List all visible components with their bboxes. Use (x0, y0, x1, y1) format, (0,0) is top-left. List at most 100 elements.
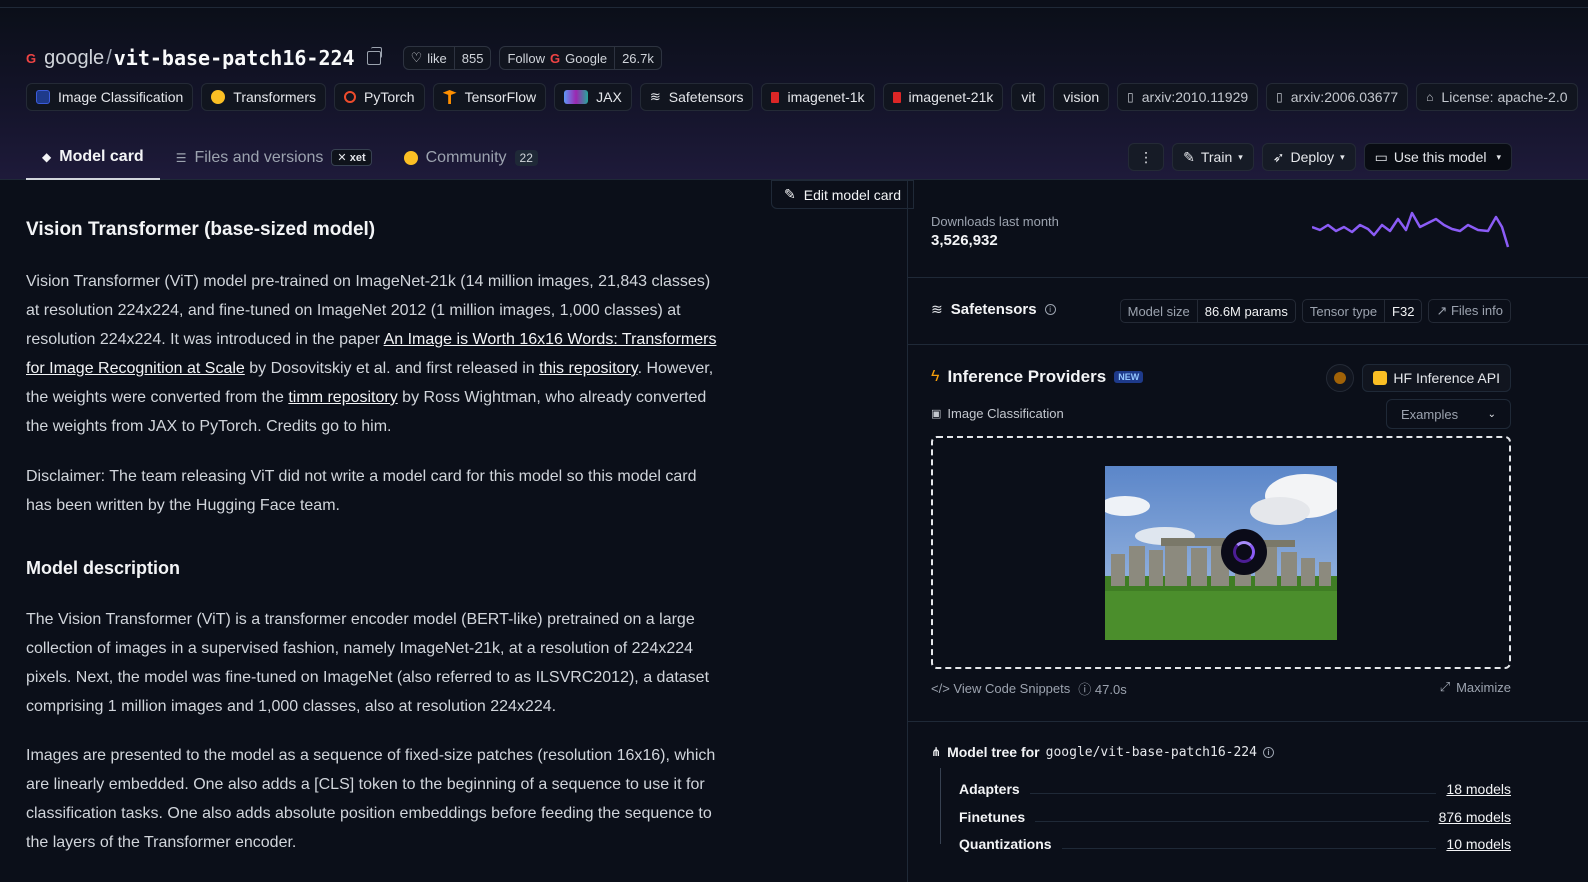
tag-transformers[interactable]: Transformers (201, 83, 326, 111)
provider-avatar[interactable] (1326, 364, 1355, 392)
train-button[interactable]: ✎ Train ▾ (1172, 143, 1254, 171)
tag-imagenet-1k[interactable]: imagenet-1k (761, 83, 875, 111)
google-logo-icon: G (550, 50, 561, 66)
tensor-type-stat: Tensor type F32 (1301, 299, 1423, 323)
follow-button[interactable]: Follow G Google 26.7k (499, 46, 662, 70)
section-separator (908, 344, 1588, 345)
chevron-down-icon: ▾ (1238, 151, 1243, 162)
follow-label: Follow (507, 50, 546, 66)
view-code-snippets-link[interactable]: </> View Code Snippets (931, 681, 1070, 696)
tag-arxiv-2[interactable]: ▯ arxiv:2006.03677 (1266, 83, 1409, 111)
safetensors-stats: Model size 86.6M params Tensor type F32 ↗ … (1119, 299, 1511, 323)
downloads-count: 3,526,932 (931, 232, 998, 249)
widget-task: ▣ Image Classification (931, 406, 1064, 421)
tag-pytorch[interactable]: PyTorch (334, 83, 425, 111)
tree-item-quantizations: Quantizations 10 models (959, 836, 1511, 852)
model-description-heading: Model description (26, 558, 181, 578)
monitor-icon: ▭ (1374, 148, 1388, 165)
like-count[interactable]: 855 (453, 47, 491, 69)
safetensors-title: Safetensors (950, 301, 1037, 318)
google-logo-icon: G (26, 50, 37, 66)
repository-link[interactable]: this repository (539, 360, 637, 377)
files-info-button[interactable]: ↗ Files info (1428, 299, 1511, 323)
model-tree-repo: google/vit-base-patch16-224 (1045, 744, 1257, 760)
safetensors-icon: ≋ (649, 89, 661, 104)
model-tree-title: ⋔ Model tree for google/vit-base-patch16… (931, 744, 1274, 760)
examples-dropdown[interactable]: Examples ⌄ (1386, 399, 1511, 429)
jax-icon (564, 90, 589, 104)
tag-vit[interactable]: vit (1011, 83, 1046, 111)
card-paragraph-intro: Vision Transformer (ViT) model pre-train… (26, 273, 717, 435)
rocket-icon: ➶ (1272, 148, 1285, 165)
tree-connector (940, 768, 941, 844)
edit-model-card-button[interactable]: ✎ Edit model card (771, 180, 915, 209)
paper-icon: ▯ (1276, 90, 1283, 104)
hf-inference-api-button[interactable]: HF Inference API (1362, 364, 1511, 392)
repo-tabs: ◆ Model card ☰ Files and versions ✕ xet Com… (26, 135, 554, 180)
example-image (1105, 466, 1337, 640)
more-options-button[interactable]: ⋮ (1128, 143, 1165, 171)
chevron-down-icon: ⌄ (1487, 408, 1496, 420)
card-paragraph-description: The Vision Transformer (ViT) is a transf… (26, 611, 710, 715)
tag-license[interactable]: ⌂ License: apache-2.0 (1416, 83, 1578, 111)
inference-providers-title: Inference Providers (947, 367, 1107, 386)
new-badge: NEW (1114, 371, 1144, 383)
info-icon[interactable]: i (1044, 304, 1056, 315)
tab-model-card[interactable]: ◆ Model card (26, 135, 160, 180)
image-dropzone[interactable] (931, 436, 1511, 669)
timm-repository-link[interactable]: timm repository (288, 389, 397, 406)
heart-icon: ♡ (410, 50, 423, 65)
chevron-down-icon: ▾ (1340, 151, 1345, 162)
license-icon: ⌂ (1426, 90, 1434, 104)
tag-imagenet-21k[interactable]: imagenet-21k (882, 83, 1004, 111)
card-title: Vision Transformer (base-sized model) (26, 219, 376, 240)
community-count: 22 (514, 149, 538, 166)
top-border (0, 0, 1588, 8)
maximize-button[interactable]: ⤢ Maximize (1440, 679, 1511, 695)
safetensors-icon: ≋ (931, 301, 943, 317)
avatar-icon (1334, 372, 1347, 384)
image-classification-icon: ▣ (931, 408, 942, 420)
slash-separator: / (106, 46, 112, 69)
follow-count[interactable]: 26.7k (614, 47, 661, 69)
downloads-label: Downloads last month (931, 214, 1059, 229)
chevron-down-icon: ▾ (1496, 151, 1501, 162)
image-classification-icon (36, 90, 50, 104)
tag-safetensors[interactable]: ≋ Safetensors (639, 83, 754, 111)
provider-selector: HF Inference API (1326, 364, 1511, 392)
tag-vision[interactable]: vision (1053, 83, 1110, 111)
pytorch-icon (344, 91, 356, 103)
repo-name[interactable]: vit-base-patch16-224 (114, 46, 355, 70)
wrench-icon: ✎ (1183, 148, 1195, 165)
adapters-link[interactable]: 18 models (1446, 781, 1511, 797)
use-this-model-button[interactable]: ▭ Use this model ▾ (1363, 143, 1512, 171)
loading-spinner (1221, 529, 1267, 575)
tag-arxiv-1[interactable]: ▯ arxiv:2010.11929 (1117, 83, 1259, 111)
compute-time: ⓘ 47.0s (1078, 682, 1127, 697)
tree-item-finetunes: Finetunes 876 models (959, 809, 1511, 825)
tag-jax[interactable]: JAX (554, 83, 632, 111)
org-link[interactable]: google (44, 47, 104, 70)
tab-files-and-versions[interactable]: ☰ Files and versions ✕ xet (160, 135, 388, 180)
widget-footer: </> View Code Snippets ⓘ 47.0s (931, 679, 1127, 698)
pencil-icon: ✎ (784, 186, 796, 202)
finetunes-link[interactable]: 876 models (1439, 809, 1511, 825)
card-paragraph-patches: Images are presented to the model as a s… (26, 747, 716, 851)
info-icon[interactable]: i (1262, 746, 1274, 758)
section-separator (908, 721, 1588, 722)
model-actions: ⋮ ✎ Train ▾ ➶ Deploy ▾ ▭ Use this model ▾ (1128, 143, 1512, 171)
maximize-icon: ⤢ (1439, 679, 1451, 694)
cube-icon: ◆ (42, 149, 52, 164)
tag-image-classification[interactable]: Image Classification (26, 83, 194, 111)
inference-providers-header: ϟ Inference Providers NEW (931, 367, 1144, 387)
info-icon: ⓘ (1078, 682, 1092, 697)
quantizations-link[interactable]: 10 models (1446, 836, 1511, 852)
model-size-stat: Model size 86.6M params (1119, 299, 1296, 323)
section-separator (908, 277, 1588, 278)
tab-community[interactable]: Community 22 (388, 135, 554, 180)
copy-icon[interactable] (366, 47, 382, 65)
tag-tensorflow[interactable]: TensorFlow (432, 83, 547, 111)
deploy-button[interactable]: ➶ Deploy ▾ (1261, 143, 1356, 171)
paper-icon: ▯ (1127, 90, 1134, 104)
like-button[interactable]: ♡ like 855 (402, 46, 492, 70)
